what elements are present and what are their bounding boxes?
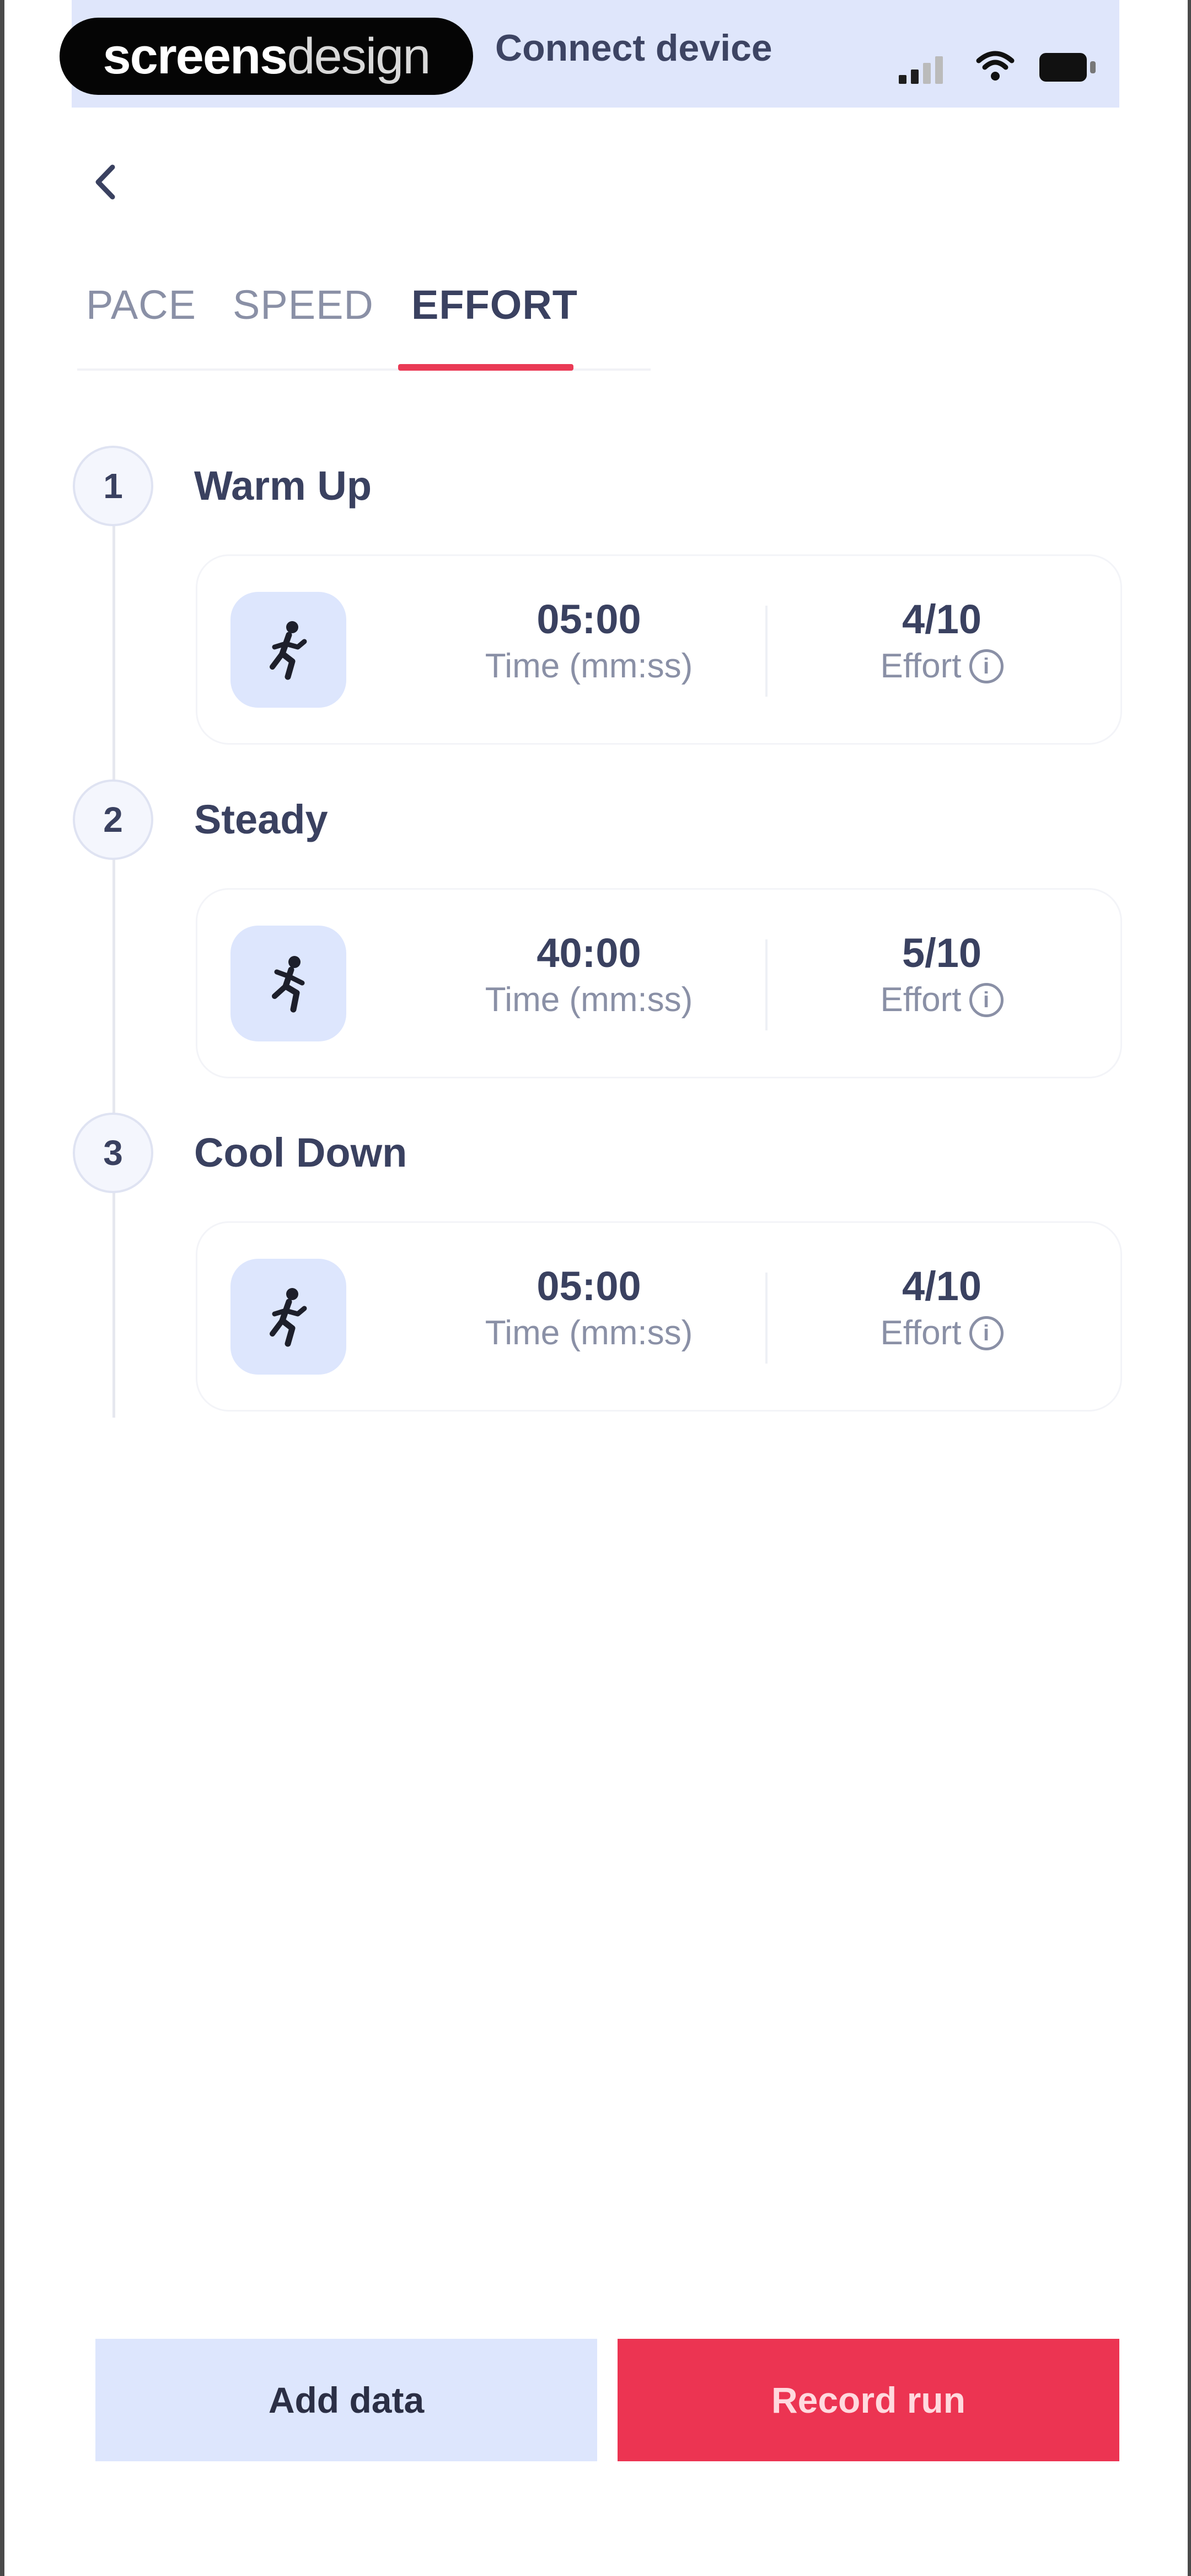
step-card[interactable]: 05:00 Time (mm:ss) 4/10 Effort i [196,554,1122,745]
step-number-badge: 3 [73,1113,153,1193]
connect-device-title[interactable]: Connect device [495,26,772,70]
time-value: 05:00 [537,596,641,642]
tab-pace[interactable]: PACE [86,281,196,328]
wifi-icon [976,50,1015,83]
step-card[interactable]: 40:00 Time (mm:ss) 5/10 Effort i [196,888,1122,1078]
brand-logo-light: design [287,28,431,84]
battery-icon [1039,53,1097,82]
time-metric: 05:00 Time (mm:ss) [434,595,743,688]
running-person-icon [230,1259,346,1375]
running-person-icon [230,926,346,1041]
metric-divider [765,939,768,1030]
cellular-signal-icon [899,51,954,84]
time-label: Time (mm:ss) [485,647,693,685]
time-label: Time (mm:ss) [485,981,693,1019]
step-number-badge: 2 [73,779,153,860]
effort-label: Effort [880,1314,962,1352]
info-icon[interactable]: i [969,1316,1004,1350]
effort-value: 5/10 [902,930,982,976]
tab-effort[interactable]: EFFORT [411,281,578,328]
active-tab-indicator [398,364,573,371]
metric-divider [765,606,768,697]
time-label: Time (mm:ss) [485,1314,693,1352]
effort-value: 4/10 [902,1263,982,1309]
running-person-icon [230,592,346,708]
metric-divider [765,1273,768,1364]
effort-value: 4/10 [902,596,982,642]
device-frame-left [0,0,4,2576]
brand-logo-bold: screens [103,28,288,84]
step-title: Cool Down [194,1130,407,1175]
step-number-badge: 1 [73,446,153,526]
device-frame-right [1188,0,1191,2576]
time-value: 40:00 [537,930,641,976]
info-icon[interactable]: i [969,649,1004,683]
add-data-button[interactable]: Add data [95,2339,597,2461]
tab-speed[interactable]: SPEED [233,281,374,328]
time-metric: 40:00 Time (mm:ss) [434,928,743,1022]
effort-label: Effort [880,981,962,1019]
timeline-line [112,524,115,1418]
effort-metric: 4/10 Effort i [804,595,1080,688]
tab-bar: PACE SPEED EFFORT [77,276,651,375]
chevron-left-icon[interactable] [83,160,127,204]
effort-metric: 4/10 Effort i [804,1262,1080,1355]
effort-metric: 5/10 Effort i [804,928,1080,1022]
step-title: Warm Up [194,463,372,509]
step-card[interactable]: 05:00 Time (mm:ss) 4/10 Effort i [196,1221,1122,1412]
time-value: 05:00 [537,1263,641,1309]
brand-logo: screens design [60,18,473,95]
effort-label: Effort [880,647,962,685]
time-metric: 05:00 Time (mm:ss) [434,1262,743,1355]
step-title: Steady [194,797,328,842]
record-run-button[interactable]: Record run [618,2339,1119,2461]
info-icon[interactable]: i [969,983,1004,1017]
